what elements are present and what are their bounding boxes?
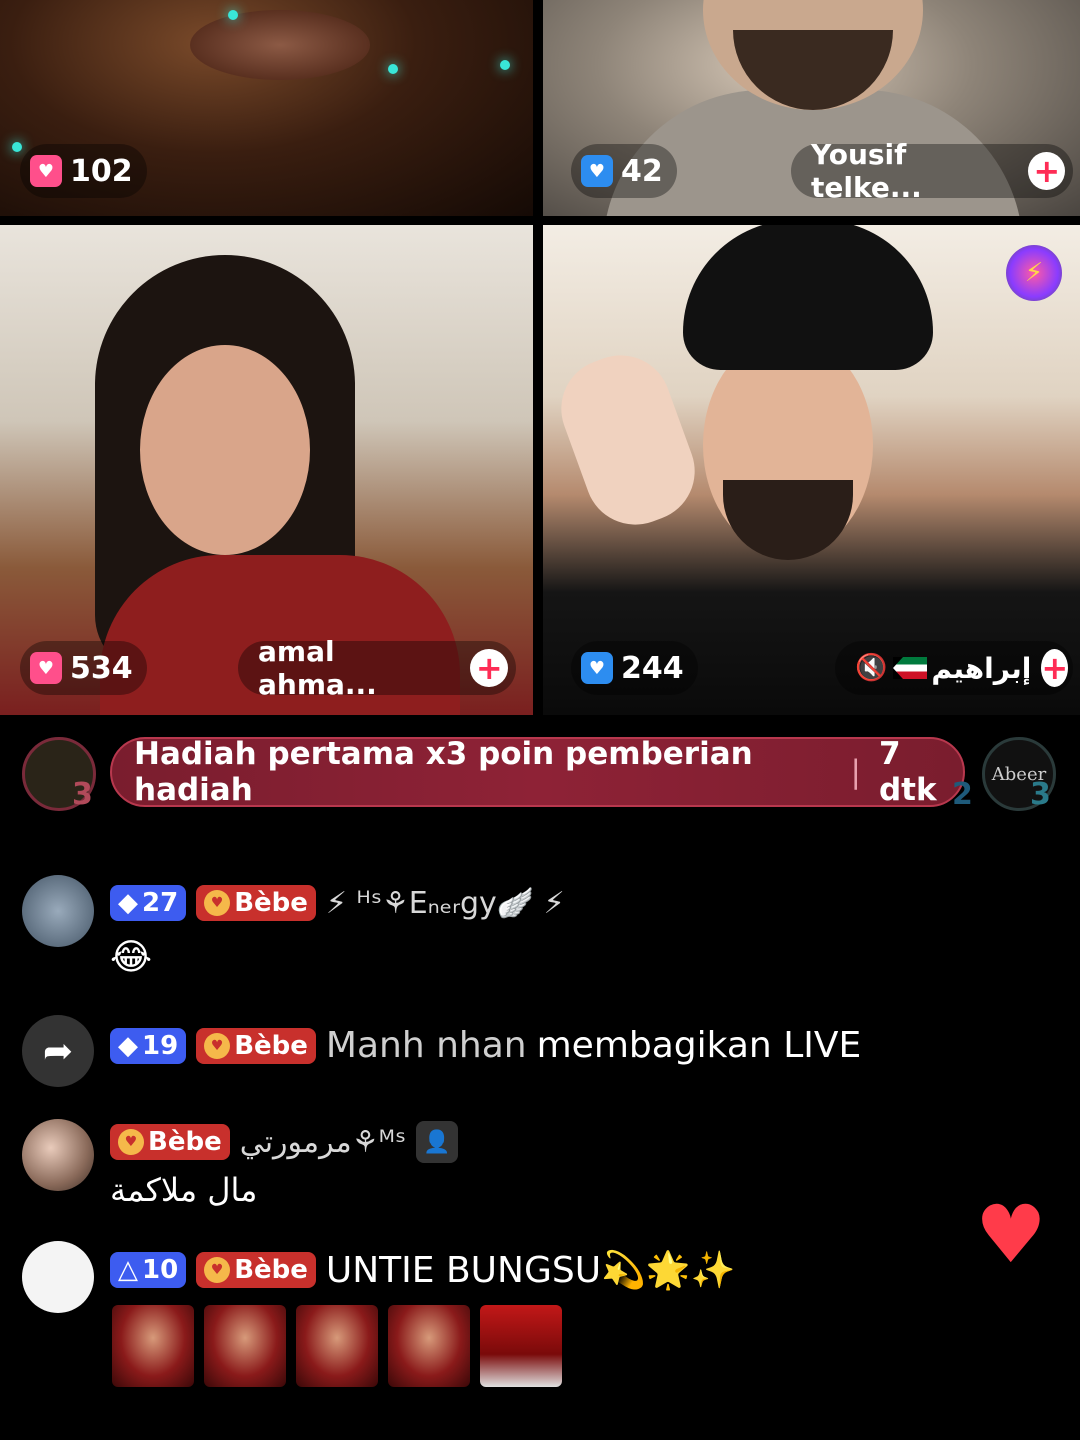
comment-username[interactable]: Manh nhan: [326, 1025, 527, 1066]
plus-icon[interactable]: +: [1041, 649, 1069, 687]
guest-name: Yousif telke...: [811, 138, 922, 204]
sticker-image: [296, 1305, 378, 1387]
level-badge[interactable]: △ 10: [110, 1252, 187, 1288]
plus-icon[interactable]: +: [1028, 152, 1065, 190]
gift-icon: ♥: [581, 652, 613, 684]
fan-club-badge[interactable]: ♥ Bèbe: [196, 1027, 316, 1064]
guest-tile-4[interactable]: ⚡ ♥ 244 🔇 إبراهيم +: [543, 225, 1080, 715]
fan-badge-label: Bèbe: [234, 1255, 308, 1285]
gift-icon: ♥: [581, 155, 613, 187]
comment-text: UNTIE BUNGSU💫🌟✨: [325, 1250, 736, 1291]
fan-badge-label: Bèbe: [234, 1030, 308, 1061]
comment-text: مال ملاكمة: [110, 1171, 258, 1209]
gift-count-pill[interactable]: ♥ 534: [20, 641, 147, 695]
diamond-icon: ◆: [118, 888, 138, 918]
fan-heart-icon: ♥: [204, 890, 231, 916]
mute-icon: 🔇: [855, 653, 888, 683]
gift-count-pill[interactable]: ♥ 42: [571, 144, 677, 198]
rank-number: 3: [1030, 777, 1051, 812]
level-number: 10: [142, 1255, 179, 1285]
guest-name: إبراهيم: [931, 651, 1032, 685]
comment-username[interactable]: ⚡ ᴴˢ⚘Eₙₑᵣgy🪽 ⚡: [326, 886, 565, 921]
live-comments[interactable]: ◆ 27 ♥ Bèbe ⚡ ᴴˢ⚘Eₙₑᵣgy🪽 ⚡ 😂 ➦ ◆ 19 ♥ Bè…: [0, 875, 1080, 1440]
rank-number: 3: [72, 777, 93, 812]
gift-count: 102: [70, 153, 133, 189]
level-number: 19: [142, 1030, 179, 1061]
plus-icon[interactable]: +: [470, 649, 508, 687]
sparkle-icon: [388, 64, 398, 74]
sparkle-icon: [228, 10, 238, 20]
multi-guest-grid: ♥ 102 ♥ 42 Yousif telke... + ♥ 534 amal …: [0, 0, 1080, 715]
fan-club-badge[interactable]: ♥ Bèbe: [110, 1124, 230, 1160]
guest-face: [140, 345, 310, 555]
sticker-image: [112, 1305, 194, 1387]
share-icon: ➦: [22, 1015, 94, 1087]
gift-icon: ♥: [30, 155, 62, 187]
triangle-level-icon: △: [118, 1255, 138, 1285]
guest-video: [190, 10, 370, 80]
avatar[interactable]: [22, 1241, 94, 1313]
comment-text: membagikan LIVE: [536, 1025, 862, 1066]
gift-count: 534: [70, 650, 133, 686]
sticker-row: [112, 1305, 562, 1387]
heart-icon[interactable]: ♥: [975, 1195, 1047, 1275]
guest-hand: [547, 341, 709, 539]
comment-text: 😂: [110, 937, 153, 978]
guest-tile-1[interactable]: ♥ 102: [0, 0, 533, 216]
banner-text: Hadiah pertama x3 poin pemberian hadiah: [134, 736, 753, 808]
fan-club-badge[interactable]: ♥ Bèbe: [196, 1252, 316, 1288]
gift-count: 244: [621, 650, 684, 686]
sparkle-icon: [12, 142, 22, 152]
sticker-image: [388, 1305, 470, 1387]
guest-tile-2[interactable]: ♥ 42 Yousif telke... +: [543, 0, 1080, 216]
share-notice: ◆ 19 ♥ Bèbe Manh nhan membagikan LIVE: [110, 1025, 861, 1066]
comment-body: 😂: [110, 937, 152, 978]
comment-header: △ 10 ♥ Bèbe UNTIE BUNGSU💫🌟✨: [110, 1249, 736, 1291]
fan-heart-icon: ♥: [204, 1032, 231, 1059]
guest-name-pill[interactable]: 🔇 إبراهيم +: [835, 641, 1073, 695]
sticker-image: [204, 1305, 286, 1387]
fan-badge-label: Bèbe: [234, 888, 308, 918]
comment-header: ♥ Bèbe مرمورتي⚘ᴹˢ 👤: [110, 1121, 459, 1163]
sticker-image: [480, 1305, 562, 1387]
level-badge[interactable]: ◆ 19: [110, 1027, 187, 1064]
fan-heart-icon: ♥: [204, 1257, 231, 1283]
gift-count: 42: [621, 153, 663, 189]
kuwait-flag-icon: [893, 657, 928, 679]
comment-body: مال ملاكمة: [110, 1171, 257, 1209]
gift-event-banner[interactable]: Hadiah pertama x3 poin pemberian hadiah …: [110, 736, 965, 808]
guest-cap: [683, 225, 933, 370]
avatar[interactable]: [22, 875, 94, 947]
fan-badge-label: Bèbe: [148, 1127, 222, 1157]
banner-separator: |: [850, 754, 861, 790]
guest-name: amal ahma...: [258, 635, 377, 701]
follow-user-icon[interactable]: 👤: [416, 1121, 459, 1163]
rank-number: 2: [952, 777, 973, 812]
level-badge[interactable]: ◆ 27: [110, 885, 187, 921]
comment-header: ◆ 27 ♥ Bèbe ⚡ ᴴˢ⚘Eₙₑᵣgy🪽 ⚡: [110, 885, 565, 921]
guest-name-pill[interactable]: Yousif telke... +: [791, 138, 1073, 204]
avatar[interactable]: [22, 1119, 94, 1191]
banner-timer: 7 dtk: [878, 736, 937, 808]
guest-name-pill[interactable]: amal ahma... +: [238, 635, 516, 701]
fan-heart-icon: ♥: [118, 1129, 144, 1155]
gift-count-pill[interactable]: ♥ 244: [571, 641, 698, 695]
gift-icon: ♥: [30, 652, 62, 684]
sparkle-icon: [500, 60, 510, 70]
level-number: 27: [142, 888, 179, 918]
comment-username[interactable]: مرمورتي⚘ᴹˢ: [240, 1125, 406, 1160]
fan-club-badge[interactable]: ♥ Bèbe: [196, 885, 316, 921]
diamond-icon: ◆: [118, 1030, 138, 1061]
guest-beard: [723, 480, 853, 560]
gift-count-pill[interactable]: ♥ 102: [20, 144, 147, 198]
gift-event-banner-row: 3 Hadiah pertama x3 poin pemberian hadia…: [0, 735, 1080, 815]
guest-tile-3[interactable]: ♥ 534 amal ahma... +: [0, 225, 533, 715]
lightning-badge-icon[interactable]: ⚡: [1006, 245, 1062, 301]
